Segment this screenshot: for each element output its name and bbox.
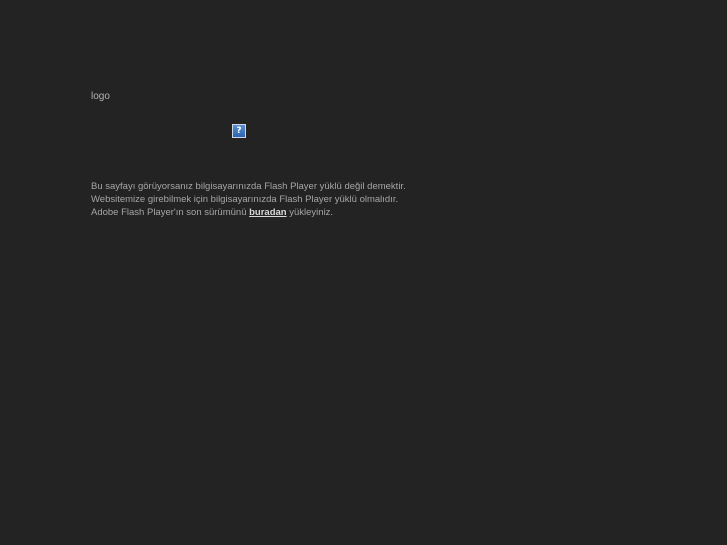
message-line-3: Adobe Flash Player'ın son sürümünü burad… [91, 206, 406, 219]
message-line-3-prefix: Adobe Flash Player'ın son sürümünü [91, 207, 250, 218]
message-line-2: Websitemize girebilmek için bilgisayarın… [91, 194, 399, 205]
flash-message: Bu sayfayı görüyorsanız bilgisayarınızda… [91, 180, 406, 219]
message-line-3-suffix: yükleyiniz. [286, 207, 334, 218]
question-mark-icon: ? [236, 126, 242, 136]
logo-placeholder: logo [91, 91, 110, 102]
message-line-1: Bu sayfayı görüyorsanız bilgisayarınızda… [91, 181, 406, 192]
missing-plugin-icon[interactable]: ? [232, 124, 246, 138]
download-link[interactable]: buradan [249, 207, 286, 218]
